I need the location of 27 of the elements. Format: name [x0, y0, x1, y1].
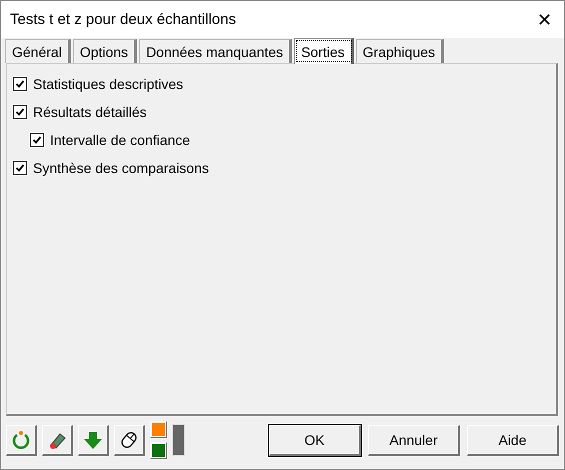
- tab[interactable]: Sorties: [294, 38, 354, 64]
- dialog-button[interactable]: OK: [269, 424, 361, 456]
- down-arrow-icon: [83, 430, 103, 450]
- tab[interactable]: Graphiques: [356, 39, 444, 63]
- eraser-button[interactable]: [42, 424, 73, 456]
- mouse-button[interactable]: [114, 424, 145, 456]
- checkbox-label: Résultats détaillés: [33, 104, 147, 120]
- dialog-button[interactable]: Aide: [467, 424, 559, 456]
- checkbox[interactable]: [13, 77, 27, 91]
- checkbox-label: Intervalle de confiance: [50, 132, 190, 148]
- swatch-button[interactable]: [150, 421, 167, 438]
- down-button[interactable]: [78, 424, 109, 456]
- tab[interactable]: Données manquantes: [139, 39, 292, 63]
- toggle-bar[interactable]: [172, 424, 185, 456]
- checkbox[interactable]: [13, 161, 27, 175]
- checkbox-label: Synthèse des comparaisons: [33, 160, 209, 176]
- tab[interactable]: Options: [72, 39, 138, 63]
- window-title: Tests t et z pour deux échantillons: [10, 11, 236, 28]
- reset-icon: [11, 430, 31, 450]
- dialog-button[interactable]: Annuler: [368, 424, 460, 456]
- swatch-button[interactable]: [150, 442, 167, 459]
- checkbox[interactable]: [13, 105, 27, 119]
- checkbox[interactable]: [30, 133, 44, 147]
- checkbox-label: Statistiques descriptives: [33, 76, 184, 92]
- tab[interactable]: Général: [5, 39, 71, 63]
- reset-button[interactable]: [6, 424, 37, 456]
- close-button[interactable]: ✕: [537, 8, 552, 30]
